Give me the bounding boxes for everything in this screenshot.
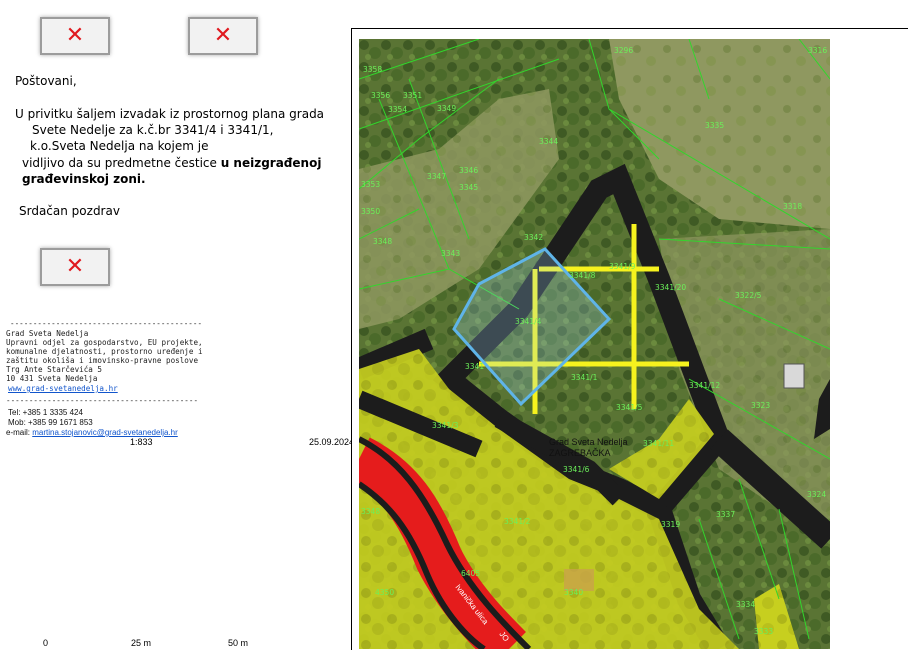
svg-text:3346: 3346 — [459, 166, 478, 175]
svg-text:3345: 3345 — [459, 183, 478, 192]
svg-text:3351: 3351 — [403, 91, 422, 100]
svg-text:3341/4: 3341/4 — [515, 317, 542, 326]
svg-text:3337: 3337 — [716, 510, 735, 519]
svg-text:3322/5: 3322/5 — [735, 291, 762, 300]
closing: Srdačan pozdrav — [19, 204, 120, 218]
email-label: e-mail: — [6, 428, 33, 437]
cadastral-map[interactable]: 3296 3316 3358 3356 3351 3354 3349 3335 … — [359, 39, 830, 649]
body-line-2: Svete Nedelje za k.č.br 3341/4 i 3341/1, — [32, 123, 274, 137]
broken-image-icon: ✕ — [65, 23, 85, 48]
scale-bar-zero: 0 — [43, 638, 49, 648]
svg-text:3347: 3347 — [427, 172, 446, 181]
svg-text:ZAGREBAČKA: ZAGREBAČKA — [549, 448, 611, 458]
svg-text:Grad Sveta Nedelja: Grad Sveta Nedelja — [549, 437, 628, 447]
signature-org: Grad Sveta Nedelja — [6, 329, 89, 338]
svg-text:3316: 3316 — [808, 46, 827, 55]
svg-text:3341/20: 3341/20 — [655, 283, 686, 292]
signature-dept-3: zaštitu okoliša i imovinsko-pravne poslo… — [6, 356, 199, 365]
svg-text:3349: 3349 — [437, 104, 456, 113]
signature-dept-1: Upravni odjel za gospodarstvo, EU projek… — [6, 338, 203, 347]
broken-image-icon: ✕ — [213, 23, 233, 48]
svg-text:3341/1: 3341/1 — [571, 373, 598, 382]
body-line-3: k.o.Sveta Nedelja na kojem je — [30, 139, 209, 153]
svg-text:3341: 3341 — [465, 362, 484, 371]
svg-text:3324: 3324 — [807, 490, 826, 499]
svg-text:6405: 6405 — [461, 569, 480, 578]
svg-text:3348: 3348 — [361, 507, 380, 516]
svg-text:3335: 3335 — [705, 121, 724, 130]
svg-text:3341/8: 3341/8 — [569, 271, 596, 280]
scale-ratio: 1:833 — [130, 437, 153, 447]
body-line-4-text: vidljivo da su predmetne čestice — [22, 156, 221, 170]
svg-text:3341/2: 3341/2 — [504, 517, 531, 526]
scale-bar-mid: 25 m — [131, 638, 152, 648]
svg-text:3341/9: 3341/9 — [609, 262, 636, 271]
svg-text:3358: 3358 — [363, 65, 382, 74]
map-date: 25.09.2024. — [309, 437, 357, 447]
svg-text:3341/3: 3341/3 — [432, 421, 459, 430]
email-link[interactable]: martina.stojanovic@grad-svetanedelja.hr — [32, 428, 178, 437]
body-line-1: U privitku šaljem izvadak iz prostornog … — [15, 107, 325, 121]
svg-text:3319: 3319 — [661, 520, 680, 529]
svg-text:3341/6: 3341/6 — [563, 465, 590, 474]
body-line-4-bold: u neizgrađenoj — [220, 156, 322, 170]
svg-text:3342: 3342 — [524, 233, 543, 242]
building — [783, 363, 805, 389]
signature-city: 10 431 Sveta Nedelja — [6, 374, 98, 383]
body-line-4: vidljivo da su predmetne čestice u neizg… — [22, 155, 321, 171]
greeting: Poštovani, — [15, 74, 77, 88]
contact-mob: Mob: +385 99 1671 853 — [8, 418, 93, 427]
svg-text:3344: 3344 — [539, 137, 558, 146]
svg-text:3333: 3333 — [754, 627, 773, 636]
svg-text:4350: 4350 — [375, 588, 394, 597]
contact-tel: Tel: +385 1 3335 424 — [8, 408, 83, 417]
scale-bar-end: 50 m — [228, 638, 249, 648]
broken-image-icon: ✕ — [65, 254, 85, 279]
svg-text:3341/11: 3341/11 — [643, 439, 674, 448]
svg-text:3341/12: 3341/12 — [689, 381, 720, 390]
svg-text:3354: 3354 — [388, 105, 407, 114]
svg-text:3348: 3348 — [373, 237, 392, 246]
signature-dept-2: komunalne djelatnosti, prostorno uređenj… — [6, 347, 203, 356]
signature-divider-top: ----------------------------------------… — [10, 319, 203, 328]
svg-text:3334: 3334 — [736, 600, 755, 609]
website-link[interactable]: www.grad-svetanedelja.hr — [8, 384, 118, 393]
svg-text:3353: 3353 — [361, 180, 380, 189]
signature-street: Trg Ante Starčevića 5 — [6, 365, 103, 374]
body-line-5: građevinskoj zoni. — [22, 172, 146, 186]
svg-text:3323: 3323 — [751, 401, 770, 410]
svg-text:3341/5: 3341/5 — [616, 403, 643, 412]
svg-text:3356: 3356 — [371, 91, 390, 100]
svg-text:3296: 3296 — [614, 46, 633, 55]
svg-text:3350: 3350 — [361, 207, 380, 216]
broken-image-3: ✕ — [40, 248, 110, 286]
broken-image-1: ✕ — [40, 17, 110, 55]
broken-image-2: ✕ — [188, 17, 258, 55]
svg-text:3318: 3318 — [783, 202, 802, 211]
signature-website[interactable]: www.grad-svetanedelja.hr — [8, 384, 118, 393]
svg-text:3343: 3343 — [441, 249, 460, 258]
signature-divider-bottom: ----------------------------------------… — [6, 396, 199, 405]
svg-text:3340: 3340 — [564, 588, 583, 597]
